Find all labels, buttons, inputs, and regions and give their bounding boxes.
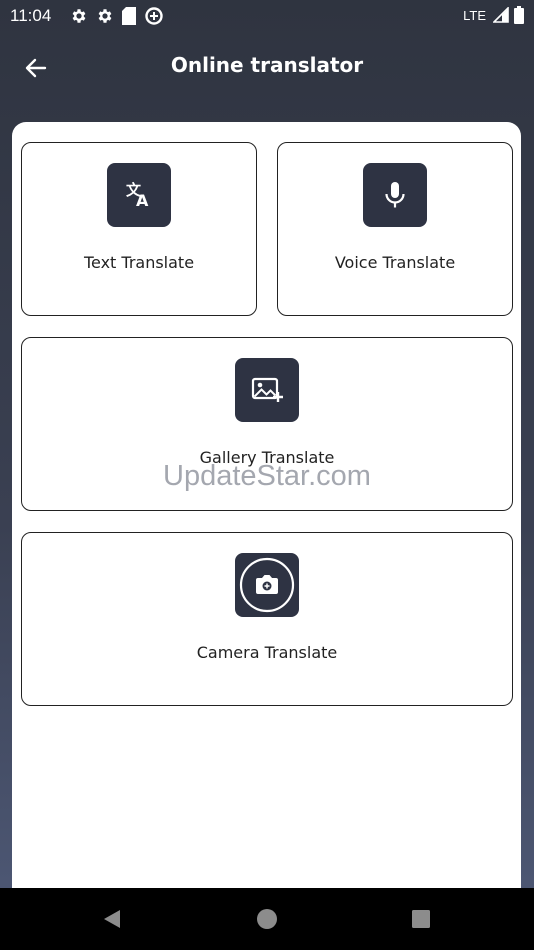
page-title: Online translator xyxy=(170,53,364,77)
status-notification-icons xyxy=(70,6,164,26)
status-system-icons: LTE xyxy=(463,6,524,24)
text-translate-card[interactable]: 文 A Text Translate xyxy=(21,142,257,316)
back-triangle-icon xyxy=(104,910,120,928)
camera-icon xyxy=(239,557,295,613)
voice-translate-tile xyxy=(363,163,427,227)
nav-recents-button[interactable] xyxy=(408,906,434,932)
text-translate-tile: 文 A xyxy=(107,163,171,227)
gallery-translate-label: Gallery Translate xyxy=(199,448,335,467)
image-add-icon xyxy=(251,377,283,402)
translate-icon: 文 A xyxy=(126,181,149,210)
sd-card-icon xyxy=(122,7,136,25)
voice-translate-card[interactable]: Voice Translate xyxy=(277,142,513,316)
home-circle-icon xyxy=(257,909,277,929)
gear-icon xyxy=(98,9,112,23)
status-time: 11:04 xyxy=(10,6,52,25)
camera-translate-card[interactable]: Camera Translate xyxy=(21,532,513,706)
nav-back-button[interactable] xyxy=(99,906,125,932)
gallery-translate-card[interactable]: Gallery Translate xyxy=(21,337,513,511)
recents-square-icon xyxy=(412,910,430,928)
app-header: Online translator xyxy=(0,32,534,102)
status-bar: 11:04 LTE xyxy=(0,0,534,32)
text-translate-label: Text Translate xyxy=(83,253,195,272)
microphone-icon xyxy=(385,182,405,208)
nav-home-button[interactable] xyxy=(254,906,280,932)
data-saver-icon xyxy=(145,7,163,25)
gallery-translate-tile xyxy=(235,358,299,422)
camera-translate-label: Camera Translate xyxy=(196,643,338,662)
content-panel: 文 A Text Translate Voice Translate Galle… xyxy=(12,122,521,892)
gear-icon xyxy=(72,9,86,23)
system-nav-bar xyxy=(0,888,534,950)
network-type: LTE xyxy=(463,7,486,23)
battery-icon xyxy=(514,6,524,24)
signal-icon xyxy=(493,7,509,23)
camera-translate-tile xyxy=(235,553,299,617)
svg-text:A: A xyxy=(136,191,149,210)
voice-translate-label: Voice Translate xyxy=(334,253,456,272)
